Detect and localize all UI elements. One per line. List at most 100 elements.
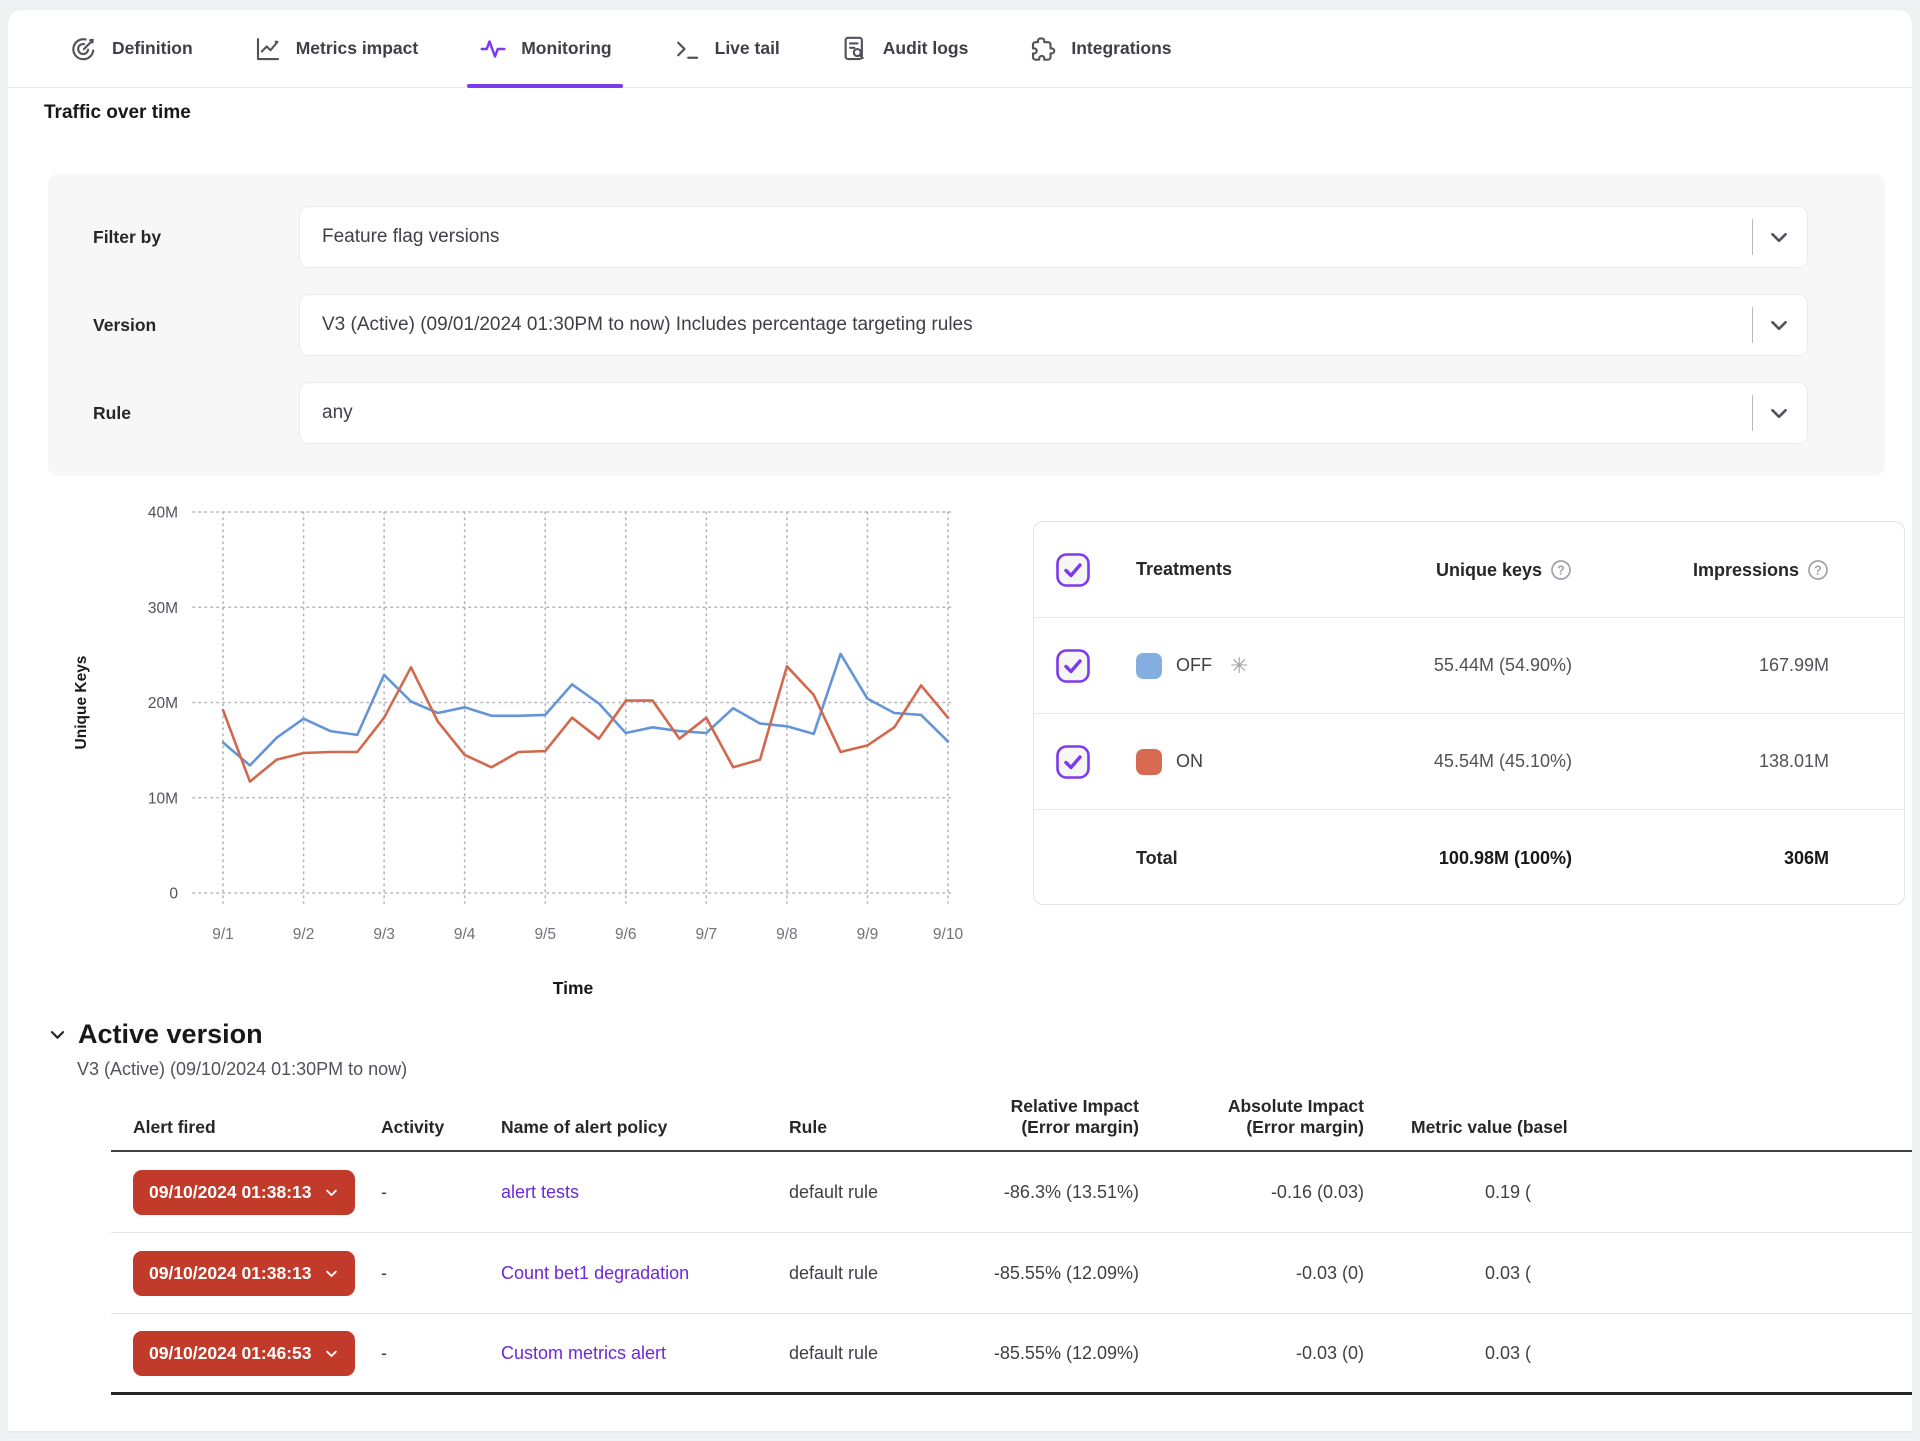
svg-text:Time: Time: [553, 978, 594, 998]
alerts-table-header: Alert fired Activity Name of alert polic…: [111, 1096, 1912, 1152]
col-alert-fired: Alert fired: [111, 1117, 381, 1138]
help-icon[interactable]: ?: [1550, 559, 1572, 581]
impressions-column-header: Impressions?: [1572, 559, 1829, 581]
svg-text:0: 0: [169, 886, 178, 903]
chart-section: 010M20M30M40M9/19/29/39/49/59/69/79/89/9…: [8, 498, 1912, 1003]
rule-label: Rule: [93, 403, 299, 424]
tab-definition[interactable]: Definition: [64, 10, 198, 87]
chevron-down-icon: [324, 1346, 339, 1361]
filter-row-version: Version V3 (Active) (09/01/2024 01:30PM …: [93, 294, 1808, 356]
alert-row: 09/10/2024 01:38:13 - alert tests defaul…: [111, 1152, 1912, 1233]
treatment-row-off: OFF ✳ 55.44M (54.90%) 167.99M: [1034, 618, 1904, 714]
treatments-panel: Treatments Unique keys? Impressions? OFF…: [1033, 521, 1905, 905]
alert-relative-impact: -85.55% (12.09%): [909, 1263, 1139, 1284]
target-icon: [69, 34, 99, 64]
off-unique-keys: 55.44M (54.90%): [1272, 655, 1572, 676]
tab-label: Audit logs: [883, 38, 969, 59]
svg-text:20M: 20M: [148, 695, 178, 712]
alert-activity: -: [381, 1182, 501, 1203]
alert-fired-badge[interactable]: 09/10/2024 01:46:53: [133, 1331, 355, 1376]
alert-row: 09/10/2024 01:46:53 - Custom metrics ale…: [111, 1314, 1912, 1395]
treatment-row-on: ON 45.54M (45.10%) 138.01M: [1034, 714, 1904, 810]
svg-text:9/6: 9/6: [615, 926, 637, 943]
svg-text:9/5: 9/5: [534, 926, 556, 943]
alert-absolute-impact: -0.03 (0): [1139, 1263, 1364, 1284]
active-version-subtitle: V3 (Active) (09/10/2024 01:30PM to now): [77, 1059, 1912, 1080]
treatments-header-row: Treatments Unique keys? Impressions?: [1034, 522, 1904, 618]
total-label: Total: [1136, 848, 1272, 869]
active-version-title: Active version: [78, 1019, 263, 1050]
alert-absolute-impact: -0.03 (0): [1139, 1343, 1364, 1364]
alert-metric-value: 0.03 (: [1364, 1263, 1912, 1284]
checkbox-all-checked[interactable]: [1056, 553, 1090, 587]
page-title: Traffic over time: [44, 102, 1912, 124]
col-absolute-impact: Absolute Impact (Error margin): [1139, 1096, 1364, 1138]
chart-line-icon: [253, 34, 283, 64]
pulse-icon: [478, 34, 508, 64]
alert-metric-value: 0.19 (: [1364, 1182, 1912, 1203]
col-activity: Activity: [381, 1117, 501, 1138]
svg-text:9/8: 9/8: [776, 926, 798, 943]
tab-label: Live tail: [715, 38, 780, 59]
filter-by-value: Feature flag versions: [322, 226, 1752, 248]
version-select[interactable]: V3 (Active) (09/01/2024 01:30PM to now) …: [299, 294, 1808, 356]
chevron-down-icon: [324, 1266, 339, 1281]
puzzle-icon: [1028, 34, 1058, 64]
chevron-down-icon: [1766, 312, 1792, 338]
alert-row: 09/10/2024 01:38:13 - Count bet1 degrada…: [111, 1233, 1912, 1314]
treatment-name-off: OFF ✳: [1136, 653, 1272, 679]
col-metric-value: Metric value (basel: [1364, 1117, 1912, 1138]
checkbox-off-checked[interactable]: [1056, 649, 1090, 683]
off-impressions: 167.99M: [1572, 655, 1829, 676]
active-version-section: Active version V3 (Active) (09/10/2024 0…: [48, 1019, 1912, 1395]
filter-by-select[interactable]: Feature flag versions: [299, 206, 1808, 268]
filter-row-filter-by: Filter by Feature flag versions: [93, 206, 1808, 268]
alert-absolute-impact: -0.16 (0.03): [1139, 1182, 1364, 1203]
svg-text:9/2: 9/2: [293, 926, 315, 943]
filter-row-rule: Rule any: [93, 382, 1808, 444]
collapse-chevron-icon[interactable]: [48, 1025, 67, 1044]
svg-text:Unique Keys: Unique Keys: [73, 656, 90, 750]
alert-policy-link[interactable]: alert tests: [501, 1182, 579, 1202]
alert-fired-badge[interactable]: 09/10/2024 01:38:13: [133, 1251, 355, 1296]
svg-text:9/3: 9/3: [373, 926, 395, 943]
alert-relative-impact: -85.55% (12.09%): [909, 1343, 1139, 1364]
help-icon[interactable]: ?: [1807, 559, 1829, 581]
main-card: Definition Metrics impact Monitoring Liv…: [8, 10, 1912, 1431]
tab-bar: Definition Metrics impact Monitoring Liv…: [8, 10, 1912, 88]
version-value: V3 (Active) (09/01/2024 01:30PM to now) …: [322, 314, 1752, 336]
traffic-chart-container: 010M20M30M40M9/19/29/39/49/59/69/79/89/9…: [8, 498, 1008, 1003]
svg-text:30M: 30M: [148, 600, 178, 617]
svg-text:10M: 10M: [148, 790, 178, 807]
svg-text:9/4: 9/4: [454, 926, 476, 943]
tab-audit-logs[interactable]: Audit logs: [835, 10, 974, 87]
alert-policy-link[interactable]: Custom metrics alert: [501, 1343, 666, 1363]
filter-panel: Filter by Feature flag versions Version …: [48, 174, 1885, 476]
checkbox-on-checked[interactable]: [1056, 745, 1090, 779]
on-color-swatch: [1136, 749, 1162, 775]
alert-fired-badge[interactable]: 09/10/2024 01:38:13: [133, 1170, 355, 1215]
tab-monitoring[interactable]: Monitoring: [473, 10, 616, 87]
svg-text:?: ?: [1814, 563, 1822, 577]
rule-value: any: [322, 402, 1752, 424]
tab-live-tail[interactable]: Live tail: [667, 10, 785, 87]
on-impressions: 138.01M: [1572, 751, 1829, 772]
rule-select[interactable]: any: [299, 382, 1808, 444]
alert-policy-link[interactable]: Count bet1 degradation: [501, 1263, 689, 1283]
tab-label: Integrations: [1071, 38, 1171, 59]
col-policy-name: Name of alert policy: [501, 1117, 789, 1138]
tab-metrics-impact[interactable]: Metrics impact: [248, 10, 424, 87]
treatment-name-on: ON: [1136, 749, 1272, 775]
on-unique-keys: 45.54M (45.10%): [1272, 751, 1572, 772]
version-label: Version: [93, 315, 299, 336]
select-divider: [1752, 395, 1753, 431]
alert-rule: default rule: [789, 1343, 909, 1364]
tab-integrations[interactable]: Integrations: [1023, 10, 1176, 87]
alert-activity: -: [381, 1263, 501, 1284]
alerts-table: Alert fired Activity Name of alert polic…: [111, 1096, 1912, 1395]
svg-text:9/1: 9/1: [212, 926, 234, 943]
col-rule: Rule: [789, 1117, 909, 1138]
svg-text:9/10: 9/10: [933, 926, 964, 943]
total-unique-keys: 100.98M (100%): [1272, 848, 1572, 869]
alert-relative-impact: -86.3% (13.51%): [909, 1182, 1139, 1203]
